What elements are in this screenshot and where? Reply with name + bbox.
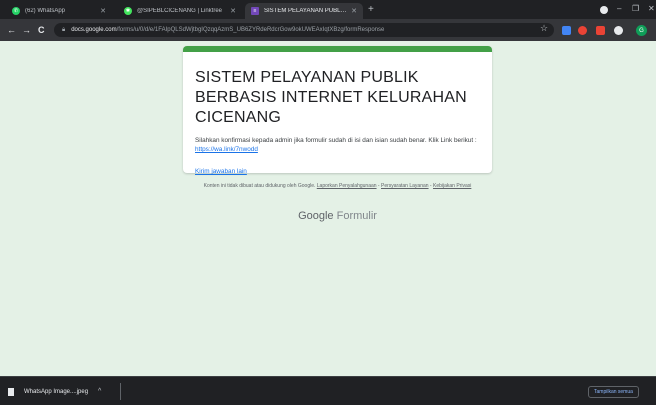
back-button[interactable]: ← bbox=[7, 24, 16, 36]
extension-icon[interactable] bbox=[562, 26, 571, 35]
forward-button[interactable]: → bbox=[22, 24, 31, 36]
download-item[interactable]: WhatsApp Image....jpeg ^ bbox=[8, 383, 101, 400]
extension-icon[interactable] bbox=[578, 26, 587, 35]
submit-another-link[interactable]: Kirim jawaban lain bbox=[195, 168, 247, 175]
close-icon[interactable]: ✕ bbox=[351, 7, 357, 15]
tab-form[interactable]: ≡ SISTEM PELAYANAN PUBLIK BER ✕ bbox=[245, 3, 363, 19]
address-bar[interactable]: 🔒︎ docs.google.com /forms/u/0/d/e/1FAIpQ… bbox=[54, 23, 554, 37]
tab-strip: ✆ (62) WhatsApp ✕ ✱ @SIPEBLCICENANG | Li… bbox=[0, 0, 656, 19]
form-response-card: SISTEM PELAYANAN PUBLIK BERBASIS INTERNE… bbox=[183, 46, 492, 175]
url-host: docs.google.com bbox=[71, 27, 117, 33]
close-icon[interactable]: ✕ bbox=[100, 7, 106, 15]
privacy-link[interactable]: Kebijakan Privasi bbox=[433, 183, 471, 189]
page-content: SISTEM PELAYANAN PUBLIK BERBASIS INTERNE… bbox=[0, 41, 656, 376]
tab-linktree[interactable]: ✱ @SIPEBLCICENANG | Linktree ✕ bbox=[118, 3, 242, 19]
show-all-button[interactable]: Tampilkan semua bbox=[588, 386, 639, 398]
url-path: /forms/u/0/d/e/1FAIpQLSdWjtbgIQzqqAzmS_U… bbox=[116, 27, 385, 33]
report-abuse-link[interactable]: Laporkan Penyalahgunaan bbox=[317, 183, 377, 189]
tab-title: (62) WhatsApp bbox=[25, 8, 66, 14]
profile-menu-icon[interactable] bbox=[600, 6, 608, 14]
whatsapp-link[interactable]: https://wa.link/7nwodd bbox=[195, 146, 258, 153]
profile-avatar[interactable]: G bbox=[636, 25, 647, 36]
confirmation-text: Silahkan konfirmasi kepada admin jika fo… bbox=[195, 137, 477, 144]
tab-title: SISTEM PELAYANAN PUBLIK BER bbox=[264, 8, 347, 14]
google-forms-logo[interactable]: Google Formulir bbox=[183, 210, 492, 222]
brand-google: Google bbox=[298, 210, 334, 222]
download-file-name: WhatsApp Image....jpeg bbox=[24, 388, 89, 395]
form-title: SISTEM PELAYANAN PUBLIK BERBASIS INTERNE… bbox=[195, 69, 467, 126]
brand-forms: Formulir bbox=[333, 210, 377, 222]
linktree-icon: ✱ bbox=[124, 7, 132, 15]
terms-link[interactable]: Persyaratan Layanan bbox=[381, 183, 429, 189]
disclaimer-text: Konten ini tidak dibuat atau didukung ol… bbox=[203, 183, 317, 189]
download-bar: WhatsApp Image....jpeg ^ Tampilkan semua bbox=[0, 376, 656, 405]
confirmation-message: Silahkan konfirmasi kepada admin jika fo… bbox=[195, 136, 480, 154]
tab-whatsapp[interactable]: ✆ (62) WhatsApp ✕ bbox=[6, 3, 112, 19]
tab-title: @SIPEBLCICENANG | Linktree bbox=[137, 8, 223, 14]
lock-icon: 🔒︎ bbox=[62, 26, 66, 33]
file-icon bbox=[8, 387, 14, 396]
new-tab-button[interactable]: + bbox=[368, 4, 374, 16]
divider bbox=[120, 383, 121, 400]
google-forms-icon: ≡ bbox=[251, 7, 259, 15]
browser-toolbar: ← → C 🔒︎ docs.google.com /forms/u/0/d/e/… bbox=[0, 19, 656, 41]
minimize-button[interactable]: – bbox=[617, 4, 621, 14]
footer-disclaimer: Konten ini tidak dibuat atau didukung ol… bbox=[183, 183, 492, 190]
extensions-puzzle-icon[interactable] bbox=[614, 26, 623, 35]
restore-button[interactable]: ❐ bbox=[632, 4, 639, 14]
reload-button[interactable]: C bbox=[38, 24, 45, 36]
extension-icon[interactable] bbox=[596, 26, 605, 35]
close-icon[interactable]: ✕ bbox=[230, 7, 236, 15]
chevron-up-icon[interactable]: ^ bbox=[98, 388, 101, 395]
whatsapp-icon: ✆ bbox=[12, 7, 20, 15]
bookmark-star-icon[interactable]: ☆ bbox=[540, 23, 548, 34]
close-window-button[interactable]: ✕ bbox=[648, 4, 655, 14]
